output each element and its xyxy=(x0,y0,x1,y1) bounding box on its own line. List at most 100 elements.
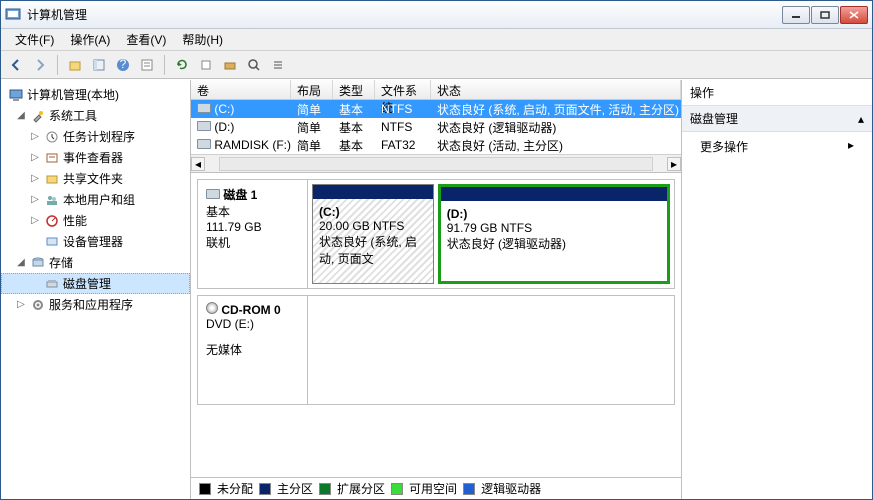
properties-button[interactable] xyxy=(136,54,158,76)
back-button[interactable] xyxy=(5,54,27,76)
cdrom-sub: DVD (E:) xyxy=(206,317,299,331)
tree-services[interactable]: ▷ 服务和应用程序 xyxy=(1,294,190,315)
partition-c[interactable]: (C:) 20.00 GB NTFS 状态良好 (系统, 启动, 页面文 xyxy=(312,184,434,284)
vol-layout: 简单 xyxy=(291,100,333,119)
actions-group[interactable]: 磁盘管理 ▴ xyxy=(682,106,872,132)
disk-state: 联机 xyxy=(206,234,299,251)
users-icon xyxy=(44,192,60,208)
scroll-right-icon[interactable]: ▸ xyxy=(667,157,681,171)
collapse-icon[interactable]: ◢ xyxy=(15,257,27,268)
vol-fs: NTFS xyxy=(375,119,431,135)
volume-row[interactable]: (C:) 简单 基本 NTFS 状态良好 (系统, 启动, 页面文件, 活动, … xyxy=(191,100,681,118)
expand-icon[interactable]: ▷ xyxy=(15,299,27,310)
find-button[interactable] xyxy=(243,54,265,76)
tree-shared[interactable]: ▷ 共享文件夹 xyxy=(1,168,190,189)
window-title: 计算机管理 xyxy=(27,6,782,23)
menu-action[interactable]: 操作(A) xyxy=(62,29,118,50)
cdrom-info: CD-ROM 0 DVD (E:) 无媒体 xyxy=(198,296,308,404)
vol-status: 状态良好 (活动, 主分区) xyxy=(431,136,681,155)
actions-more[interactable]: 更多操作 ▸ xyxy=(682,132,872,161)
clock-icon xyxy=(44,129,60,145)
services-icon xyxy=(30,297,46,313)
expand-icon[interactable]: ▷ xyxy=(29,194,41,205)
tree-root[interactable]: 计算机管理(本地) xyxy=(1,84,190,105)
menu-help[interactable]: 帮助(H) xyxy=(174,29,231,50)
vol-type: 基本 xyxy=(333,118,375,137)
tree-localusers[interactable]: ▷ 本地用户和组 xyxy=(1,189,190,210)
minimize-button[interactable] xyxy=(782,6,810,24)
tree-pane[interactable]: 计算机管理(本地) ◢ 系统工具 ▷ 任务计划程序 ▷ 事件查看器 ▷ 共享文件… xyxy=(1,80,191,499)
menu-file[interactable]: 文件(F) xyxy=(7,29,62,50)
expand-icon[interactable]: ▷ xyxy=(29,215,41,226)
col-type[interactable]: 类型 xyxy=(333,80,375,99)
device-icon xyxy=(44,234,60,250)
tree-devmgr[interactable]: 设备管理器 xyxy=(1,231,190,252)
disk-block-cdrom[interactable]: CD-ROM 0 DVD (E:) 无媒体 xyxy=(197,295,675,405)
disk-info: 磁盘 1 基本 111.79 GB 联机 xyxy=(198,180,308,288)
col-layout[interactable]: 布局 xyxy=(291,80,333,99)
maximize-button[interactable] xyxy=(811,6,839,24)
part-size: 20.00 GB NTFS xyxy=(319,219,427,233)
toolbar: ? xyxy=(1,51,872,79)
col-volume[interactable]: 卷 xyxy=(191,80,291,99)
list-button[interactable] xyxy=(267,54,289,76)
h-scrollbar[interactable]: ◂ ▸ xyxy=(191,154,681,172)
tree-services-label: 服务和应用程序 xyxy=(49,296,133,313)
titlebar[interactable]: 计算机管理 xyxy=(1,1,872,29)
disk-block-1[interactable]: 磁盘 1 基本 111.79 GB 联机 (C:) 20.00 GB NTFS … xyxy=(197,179,675,289)
legend: 未分配 主分区 扩展分区 可用空间 逻辑驱动器 xyxy=(191,477,681,499)
refresh-button[interactable] xyxy=(171,54,193,76)
disk-icon xyxy=(206,189,220,199)
tools-icon xyxy=(30,108,46,124)
tree-tasksched-label: 任务计划程序 xyxy=(63,128,135,145)
collapse-icon[interactable]: ◢ xyxy=(15,110,27,121)
tree-eventvwr[interactable]: ▷ 事件查看器 xyxy=(1,147,190,168)
volume-list[interactable]: 卷 布局 类型 文件系统 状态 (C:) 简单 基本 NTFS 状态良好 (系统… xyxy=(191,80,681,173)
scroll-left-icon[interactable]: ◂ xyxy=(191,157,205,171)
disk-type: 基本 xyxy=(206,203,299,220)
tree-systools-label: 系统工具 xyxy=(49,107,97,124)
part-label: (D:) xyxy=(447,207,661,221)
help-button[interactable]: ? xyxy=(112,54,134,76)
tree-storage[interactable]: ◢ 存储 xyxy=(1,252,190,273)
drive-icon xyxy=(197,102,211,116)
tree-diskmgmt[interactable]: 磁盘管理 xyxy=(1,273,190,294)
col-fs[interactable]: 文件系统 xyxy=(375,80,431,99)
partition-d[interactable]: (D:) 91.79 GB NTFS 状态良好 (逻辑驱动器) xyxy=(438,184,670,284)
tree-systools[interactable]: ◢ 系统工具 xyxy=(1,105,190,126)
col-status[interactable]: 状态 xyxy=(431,80,681,99)
collapse-icon[interactable]: ▴ xyxy=(858,112,864,126)
tree-tasksched[interactable]: ▷ 任务计划程序 xyxy=(1,126,190,147)
legend-free: 可用空间 xyxy=(409,480,457,497)
vol-type: 基本 xyxy=(333,100,375,119)
vol-layout: 简单 xyxy=(291,118,333,137)
folder-icon xyxy=(44,171,60,187)
cdrom-icon xyxy=(206,302,218,314)
actions-group-label: 磁盘管理 xyxy=(690,110,738,127)
storage-icon xyxy=(30,255,46,271)
actions-header: 操作 xyxy=(682,80,872,106)
legend-unalloc: 未分配 xyxy=(217,480,253,497)
up-button[interactable] xyxy=(64,54,86,76)
diskmgmt-icon xyxy=(44,276,60,292)
expand-icon[interactable]: ▷ xyxy=(29,152,41,163)
expand-icon[interactable]: ▷ xyxy=(29,173,41,184)
expand-icon[interactable]: ▷ xyxy=(29,131,41,142)
disk-graphical[interactable]: 磁盘 1 基本 111.79 GB 联机 (C:) 20.00 GB NTFS … xyxy=(191,173,681,477)
legend-primary: 主分区 xyxy=(277,480,313,497)
export-button[interactable] xyxy=(195,54,217,76)
volume-row[interactable]: (D:) 简单 基本 NTFS 状态良好 (逻辑驱动器) xyxy=(191,118,681,136)
part-status: 状态良好 (系统, 启动, 页面文 xyxy=(319,233,427,267)
app-icon xyxy=(5,7,21,23)
perf-icon xyxy=(44,213,60,229)
part-label: (C:) xyxy=(319,205,427,219)
menu-view[interactable]: 查看(V) xyxy=(118,29,174,50)
tree-perf[interactable]: ▷ 性能 xyxy=(1,210,190,231)
vol-type: 基本 xyxy=(333,136,375,155)
close-button[interactable] xyxy=(840,6,868,24)
volume-row[interactable]: RAMDISK (F:) 简单 基本 FAT32 状态良好 (活动, 主分区) xyxy=(191,136,681,154)
show-hide-button[interactable] xyxy=(88,54,110,76)
forward-button[interactable] xyxy=(29,54,51,76)
disk-size: 111.79 GB xyxy=(206,220,299,234)
settings-button[interactable] xyxy=(219,54,241,76)
